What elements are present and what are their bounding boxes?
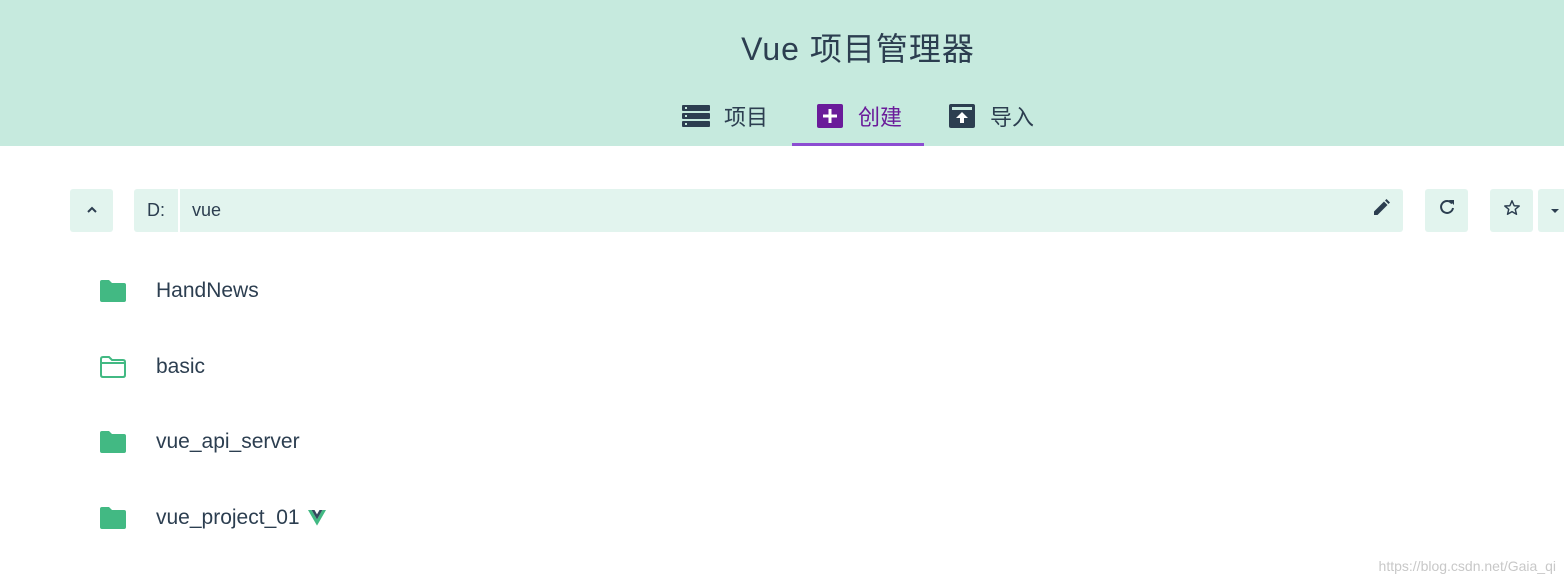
caret-down-icon (1549, 202, 1561, 220)
nav-tabs: 项目 创建 导入 (0, 86, 1564, 146)
watermark: https://blog.csdn.net/Gaia_qi (1378, 558, 1556, 574)
list-icon (682, 104, 710, 128)
tab-projects[interactable]: 项目 (682, 86, 768, 146)
folder-name: basic (156, 355, 206, 378)
refresh-button[interactable] (1425, 189, 1468, 232)
edit-path-button[interactable] (1369, 189, 1393, 232)
tab-create[interactable]: 创建 (816, 86, 902, 146)
folder-filled-icon (98, 278, 128, 304)
refresh-icon (1438, 199, 1456, 222)
folder-name: vue_api_server (156, 430, 300, 453)
favorite-button[interactable] (1490, 189, 1533, 232)
folder-open-outline-icon (98, 354, 128, 380)
pencil-icon (1372, 199, 1390, 222)
path-bar: D: vue (134, 189, 1403, 232)
app-header: Vue 项目管理器 项目 创建 导入 (0, 0, 1564, 146)
add-box-icon (816, 104, 844, 128)
more-options-button[interactable] (1538, 189, 1564, 232)
tab-create-label: 创建 (858, 105, 903, 130)
tab-import[interactable]: 导入 (948, 86, 1034, 146)
tab-projects-label: 项目 (724, 105, 769, 130)
folder-filled-icon (98, 505, 128, 531)
folder-item-vue-project-01[interactable]: vue_project_01 (98, 498, 326, 538)
tab-import-label: 导入 (990, 105, 1035, 130)
folder-item-handnews[interactable]: HandNews (98, 271, 259, 311)
chevron-up-icon (85, 202, 99, 220)
folder-up-button[interactable] (70, 189, 113, 232)
vue-logo-icon (307, 509, 326, 527)
star-outline-icon (1503, 199, 1521, 222)
unarchive-icon (948, 104, 976, 128)
folder-name: vue_project_01 (156, 506, 300, 529)
path-drive-button[interactable]: D: (134, 189, 180, 232)
folder-item-basic[interactable]: basic (98, 347, 205, 387)
page-title: Vue 项目管理器 (741, 31, 975, 67)
folder-name: HandNews (156, 279, 259, 302)
folder-item-vue-api-server[interactable]: vue_api_server (98, 422, 300, 462)
path-segment-button[interactable]: vue (192, 189, 221, 232)
folder-filled-icon (98, 429, 128, 455)
active-tab-indicator (792, 143, 924, 146)
